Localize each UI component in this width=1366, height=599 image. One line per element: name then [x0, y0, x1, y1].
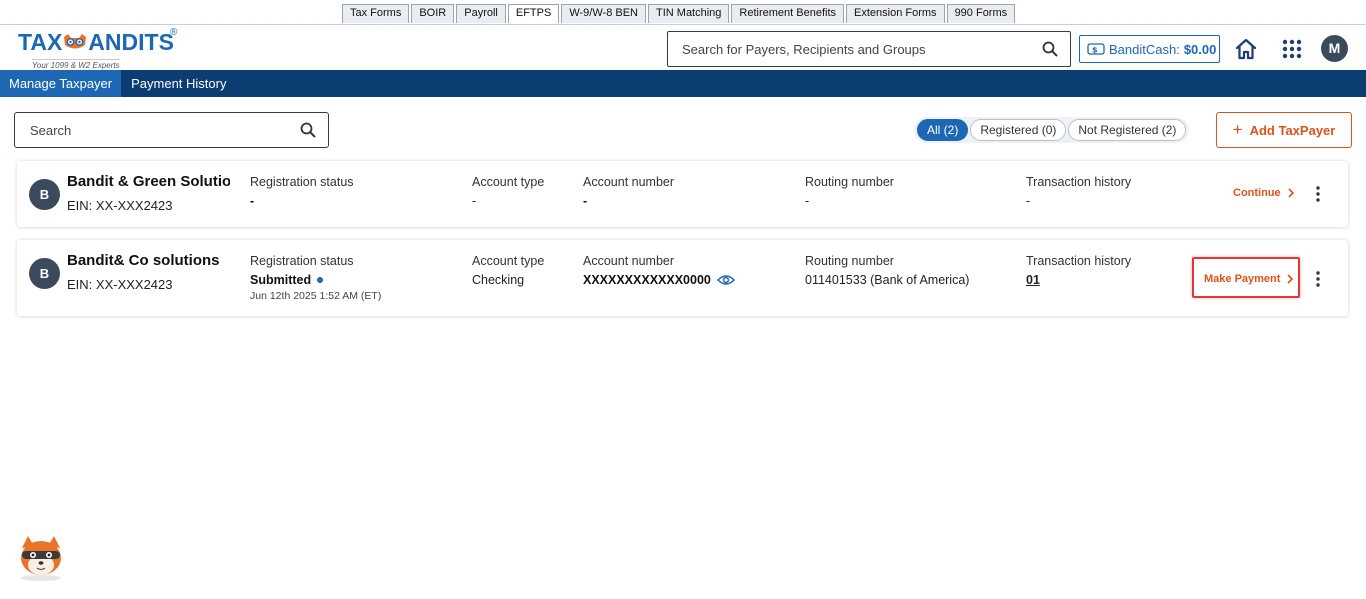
status-filter-group: All (2) Registered (0) Not Registered (2…	[914, 117, 1190, 143]
transaction-history-column: Transaction history 01	[1026, 254, 1131, 287]
transaction-history-link[interactable]: 01	[1026, 273, 1131, 287]
account-type-label: Account type	[472, 175, 545, 189]
transaction-history-label: Transaction history	[1026, 175, 1132, 189]
main-nav: Manage Taxpayer Payment History	[0, 70, 1366, 97]
registration-status-label: Registration status	[250, 254, 354, 268]
product-tab-bar: Tax Forms BOIR Payroll EFTPS W-9/W-8 BEN…	[0, 0, 1366, 24]
add-taxpayer-button[interactable]: + Add TaxPayer	[1216, 112, 1352, 148]
account-number-column: Account number XXXXXXXXXXXX0000	[583, 254, 735, 287]
product-tab-payroll[interactable]: Payroll	[456, 4, 506, 23]
taxbandits-logo[interactable]: TAX ANDITS ® Your 1099 & W2 Experts	[18, 27, 188, 70]
taxpayer-name: Bandit& Co solutions	[67, 252, 220, 269]
search-icon[interactable]	[300, 122, 316, 138]
transaction-history-value: -	[1026, 194, 1031, 208]
apps-grid-icon[interactable]	[1282, 39, 1302, 59]
taxpayer-name: Bandit & Green Solutions	[67, 173, 230, 190]
taxpayer-card: B Bandit & Green Solutions EIN: XX-XXX24…	[17, 161, 1348, 227]
more-options-icon[interactable]	[1313, 185, 1323, 203]
routing-number-column: Routing number -	[805, 175, 894, 208]
taxpayer-avatar: B	[29, 179, 60, 210]
product-tab-w9-w8ben[interactable]: W-9/W-8 BEN	[561, 4, 646, 23]
registration-status-value: Submitted	[250, 273, 381, 287]
plus-icon: +	[1232, 120, 1243, 139]
product-tab-boir[interactable]: BOIR	[411, 4, 455, 23]
continue-label: Continue	[1233, 187, 1281, 199]
taxpayer-card: B Bandit& Co solutions EIN: XX-XXX2423 R…	[17, 240, 1348, 316]
product-tab-eftps[interactable]: EFTPS	[507, 4, 560, 23]
routing-number-value: 011401533 (Bank of America)	[805, 273, 970, 287]
registration-date: Jun 12th 2025 1:52 AM (ET)	[250, 290, 382, 302]
filter-registered[interactable]: Registered (0)	[970, 119, 1067, 141]
home-icon[interactable]	[1234, 37, 1258, 61]
make-payment-button[interactable]: Make Payment	[1204, 273, 1294, 285]
bandit-cash-label: BanditCash:	[1109, 41, 1180, 57]
nav-manage-taxpayer[interactable]: Manage Taxpayer	[0, 70, 122, 97]
taxpayer-ein: EIN: XX-XXX2423	[67, 277, 173, 292]
account-type-label: Account type	[472, 254, 545, 268]
filter-not-registered[interactable]: Not Registered (2)	[1068, 119, 1187, 141]
logo-text-right: ANDITS	[88, 29, 174, 55]
routing-number-value: -	[805, 194, 810, 208]
nav-payment-history[interactable]: Payment History	[121, 70, 236, 97]
status-dot-icon	[317, 276, 324, 283]
product-tab-retirement-benefits[interactable]: Retirement Benefits	[731, 4, 845, 23]
registration-status-text: Submitted	[250, 273, 312, 287]
chevron-right-icon	[1287, 274, 1294, 284]
logo-text-left: TAX	[18, 29, 63, 55]
account-number-value: XXXXXXXXXXXX0000	[583, 273, 735, 287]
account-type-column: Account type Checking	[472, 254, 544, 287]
account-number-label: Account number	[583, 175, 675, 189]
app-header: TAX ANDITS ® Your 1099 & W2 Experts $ Ba…	[0, 24, 1366, 70]
product-tab-extension-forms[interactable]: Extension Forms	[846, 4, 945, 23]
taxpayer-search-input[interactable]	[15, 113, 285, 147]
taxpayer-search-box	[14, 112, 329, 148]
registered-mark-icon: ®	[170, 27, 178, 38]
global-search-input[interactable]	[668, 32, 1028, 66]
add-taxpayer-label: Add TaxPayer	[1249, 122, 1336, 138]
product-tabs: Tax Forms BOIR Payroll EFTPS W-9/W-8 BEN…	[342, 4, 1017, 23]
account-number-column: Account number -	[583, 175, 674, 208]
registration-status-column: Registration status -	[250, 175, 354, 208]
more-options-icon[interactable]	[1313, 270, 1323, 288]
transaction-history-column: Transaction history -	[1026, 175, 1131, 208]
chevron-right-icon	[1288, 188, 1294, 198]
routing-number-column: Routing number 011401533 (Bank of Americ…	[805, 254, 969, 287]
routing-number-label: Routing number	[805, 254, 894, 268]
mascot-chat-icon[interactable]	[16, 534, 66, 582]
routing-number-label: Routing number	[805, 175, 894, 189]
account-number-label: Account number	[583, 254, 675, 268]
registration-status-label: Registration status	[250, 175, 354, 189]
taxpayer-ein: EIN: XX-XXX2423	[67, 198, 173, 213]
owl-logo-icon	[64, 33, 87, 49]
user-avatar[interactable]: M	[1321, 35, 1348, 62]
taxpayer-avatar: B	[29, 258, 60, 289]
svg-text:$: $	[1092, 46, 1098, 55]
search-icon[interactable]	[1042, 41, 1058, 57]
eye-icon[interactable]	[716, 274, 735, 286]
account-type-column: Account type -	[472, 175, 544, 208]
transaction-history-label: Transaction history	[1026, 254, 1132, 268]
bandit-cash-button[interactable]: $ BanditCash: $0.00	[1079, 35, 1220, 63]
registration-status-value: -	[250, 194, 255, 208]
account-number-value: -	[583, 194, 588, 208]
account-type-value: -	[472, 194, 477, 208]
global-search-box	[667, 31, 1071, 67]
product-tab-tax-forms[interactable]: Tax Forms	[342, 4, 410, 23]
account-number-text: XXXXXXXXXXXX0000	[583, 273, 711, 287]
bandit-cash-amount: $0.00	[1183, 41, 1217, 57]
filter-all[interactable]: All (2)	[917, 119, 969, 141]
product-tab-990-forms[interactable]: 990 Forms	[946, 4, 1016, 23]
product-tab-tin-matching[interactable]: TIN Matching	[648, 4, 730, 23]
continue-button[interactable]: Continue	[1233, 187, 1295, 199]
cash-icon: $	[1087, 43, 1105, 55]
registration-status-column: Registration status Submitted Jun 12th 2…	[250, 254, 381, 302]
account-type-value: Checking	[472, 273, 525, 287]
make-payment-label: Make Payment	[1204, 273, 1281, 285]
